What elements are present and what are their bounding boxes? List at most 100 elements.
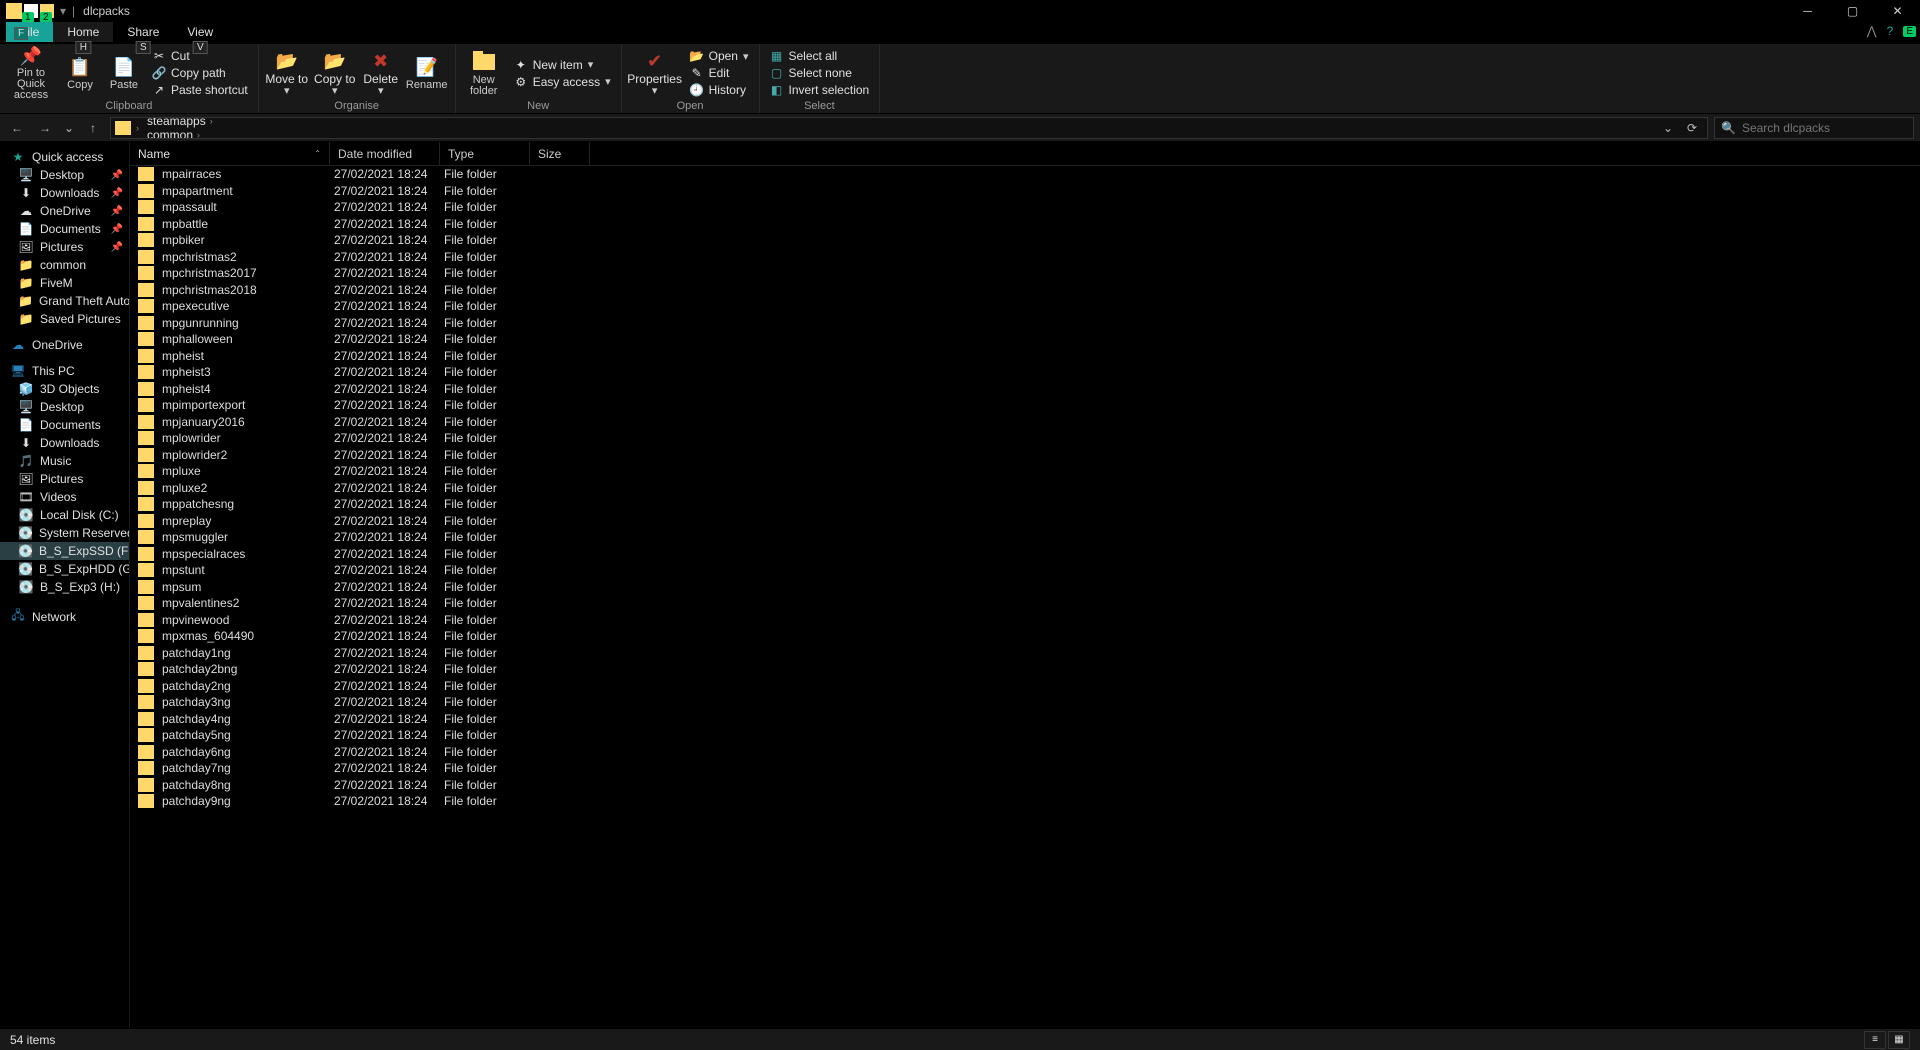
sidebar-item[interactable]: 📄Documents (0, 416, 129, 434)
sidebar-item[interactable]: 📁Saved Pictures (0, 310, 129, 328)
open-button[interactable]: 📂Open ▾ (686, 48, 753, 64)
table-row[interactable]: mpsum27/02/2021 18:24File folder (130, 579, 1920, 596)
rename-button[interactable]: 📝 Rename (405, 46, 449, 100)
sidebar-item[interactable]: 🖥️Desktop (0, 398, 129, 416)
details-view-button[interactable]: ≡ (1864, 1031, 1886, 1049)
new-folder-button[interactable]: New folder (462, 46, 506, 100)
sidebar-network[interactable]: 🖧Network (0, 604, 129, 629)
sidebar-item[interactable]: ⬇Downloads (0, 434, 129, 452)
table-row[interactable]: patchday4ng27/02/2021 18:24File folder (130, 711, 1920, 728)
table-row[interactable]: mpassault27/02/2021 18:24File folder (130, 199, 1920, 216)
breadcrumb-item[interactable]: steamapps› (144, 117, 262, 128)
close-button[interactable]: ✕ (1875, 0, 1920, 22)
table-row[interactable]: patchday1ng27/02/2021 18:24File folder (130, 645, 1920, 662)
history-button[interactable]: 🕘History (686, 82, 753, 98)
sidebar-item[interactable]: 💽Local Disk (C:) (0, 506, 129, 524)
sidebar-item[interactable]: 🎵Music (0, 452, 129, 470)
tab-file[interactable]: File F (6, 22, 53, 42)
sidebar-item[interactable]: 📁Grand Theft Auto V (0, 292, 129, 310)
table-row[interactable]: mpairraces27/02/2021 18:24File folder (130, 166, 1920, 183)
table-row[interactable]: mpgunrunning27/02/2021 18:24File folder (130, 315, 1920, 332)
tab-home[interactable]: Home H (53, 22, 113, 42)
sidebar-item[interactable]: 🖥️Desktop📌 (0, 166, 129, 184)
table-row[interactable]: mpexecutive27/02/2021 18:24File folder (130, 298, 1920, 315)
table-row[interactable]: mpreplay27/02/2021 18:24File folder (130, 513, 1920, 530)
paste-button[interactable]: 📄 Paste (104, 46, 144, 100)
new-item-button[interactable]: ✦New item ▾ (510, 57, 615, 73)
table-row[interactable]: mpchristmas227/02/2021 18:24File folder (130, 249, 1920, 266)
file-list[interactable]: mpairraces27/02/2021 18:24File foldermpa… (130, 166, 1920, 1028)
table-row[interactable]: mpheist327/02/2021 18:24File folder (130, 364, 1920, 381)
breadcrumb-item[interactable]: common› (144, 128, 262, 139)
sidebar-item[interactable]: 💽B_S_Exp3 (H:) (0, 578, 129, 596)
maximize-button[interactable]: ▢ (1830, 0, 1875, 22)
select-all-button[interactable]: ▦Select all (766, 48, 874, 64)
tab-share[interactable]: Share S (113, 22, 173, 42)
table-row[interactable]: patchday2bng27/02/2021 18:24File folder (130, 661, 1920, 678)
table-row[interactable]: mpxmas_60449027/02/2021 18:24File folder (130, 628, 1920, 645)
table-row[interactable]: patchday9ng27/02/2021 18:24File folder (130, 793, 1920, 810)
sidebar-item[interactable]: 📁FiveM (0, 274, 129, 292)
table-row[interactable]: patchday5ng27/02/2021 18:24File folder (130, 727, 1920, 744)
col-size[interactable]: Size (530, 142, 590, 165)
properties-button[interactable]: ✔ Properties ▾ (628, 46, 682, 100)
sidebar-item[interactable]: 🧊3D Objects (0, 380, 129, 398)
table-row[interactable]: mppatchesng27/02/2021 18:24File folder (130, 496, 1920, 513)
table-row[interactable]: mpsmuggler27/02/2021 18:24File folder (130, 529, 1920, 546)
sidebar-onedrive[interactable]: ☁OneDrive (0, 336, 129, 354)
table-row[interactable]: mpvinewood27/02/2021 18:24File folder (130, 612, 1920, 629)
table-row[interactable]: mpjanuary201627/02/2021 18:24File folder (130, 414, 1920, 431)
sidebar-quick-access[interactable]: ★Quick access (0, 148, 129, 166)
table-row[interactable]: patchday8ng27/02/2021 18:24File folder (130, 777, 1920, 794)
table-row[interactable]: mplowrider27/02/2021 18:24File folder (130, 430, 1920, 447)
table-row[interactable]: mpbiker27/02/2021 18:24File folder (130, 232, 1920, 249)
table-row[interactable]: mpvalentines227/02/2021 18:24File folder (130, 595, 1920, 612)
icons-view-button[interactable]: ▦ (1888, 1031, 1910, 1049)
table-row[interactable]: patchday7ng27/02/2021 18:24File folder (130, 760, 1920, 777)
col-date[interactable]: Date modified (330, 142, 440, 165)
sidebar-item[interactable]: 💽B_S_ExpSSD (F:) (0, 542, 129, 560)
up-button[interactable]: ↑ (82, 117, 104, 139)
table-row[interactable]: mpchristmas201727/02/2021 18:24File fold… (130, 265, 1920, 282)
col-name[interactable]: Name⌃ (130, 142, 330, 165)
help-icon[interactable]: ? (1887, 24, 1894, 38)
sidebar-item[interactable]: 💽System Reserved (E:) (0, 524, 129, 542)
sidebar-item[interactable]: 🖼Pictures📌 (0, 238, 129, 256)
sidebar-item[interactable]: 🎞Videos (0, 488, 129, 506)
copy-path-button[interactable]: 🔗Copy path (148, 65, 252, 81)
table-row[interactable]: patchday2ng27/02/2021 18:24File folder (130, 678, 1920, 695)
delete-button[interactable]: ✖ Delete ▾ (361, 46, 401, 100)
recent-button[interactable]: ⌄ (62, 117, 76, 139)
table-row[interactable]: mpapartment27/02/2021 18:24File folder (130, 183, 1920, 200)
easy-access-button[interactable]: ⚙Easy access ▾ (510, 74, 615, 90)
collapse-ribbon-icon[interactable]: ⋀ (1867, 24, 1877, 38)
search-input[interactable]: 🔍 (1714, 117, 1914, 139)
edit-button[interactable]: ✎Edit (686, 65, 753, 81)
table-row[interactable]: mpheist27/02/2021 18:24File folder (130, 348, 1920, 365)
refresh-button[interactable]: ⟳ (1681, 117, 1703, 139)
table-row[interactable]: mpbattle27/02/2021 18:24File folder (130, 216, 1920, 233)
invert-selection-button[interactable]: ◧Invert selection (766, 82, 874, 98)
sidebar-item[interactable]: ⬇Downloads📌 (0, 184, 129, 202)
pin-quick-access-button[interactable]: 📌 Pin to Quick access (6, 46, 56, 100)
col-type[interactable]: Type (440, 142, 530, 165)
breadcrumb[interactable]: › This PC›B_S_ExpSSD (F:)›Program Files … (110, 117, 1708, 139)
sidebar-item[interactable]: 📁common (0, 256, 129, 274)
copy-button[interactable]: 📋 Copy (60, 46, 100, 100)
table-row[interactable]: mpheist427/02/2021 18:24File folder (130, 381, 1920, 398)
sidebar-item[interactable]: ☁OneDrive📌 (0, 202, 129, 220)
forward-button[interactable]: → (34, 117, 56, 139)
dropdown-icon[interactable]: ⌄ (1657, 117, 1679, 139)
table-row[interactable]: patchday6ng27/02/2021 18:24File folder (130, 744, 1920, 761)
tab-view[interactable]: View V (173, 22, 227, 42)
sidebar-item[interactable]: 💽B_S_ExpHDD (G:) (0, 560, 129, 578)
table-row[interactable]: mpluxe227/02/2021 18:24File folder (130, 480, 1920, 497)
table-row[interactable]: mphalloween27/02/2021 18:24File folder (130, 331, 1920, 348)
table-row[interactable]: mpimportexport27/02/2021 18:24File folde… (130, 397, 1920, 414)
move-to-button[interactable]: 📂 Move to ▾ (265, 46, 309, 100)
table-row[interactable]: mpstunt27/02/2021 18:24File folder (130, 562, 1920, 579)
sidebar-item[interactable]: 📄Documents📌 (0, 220, 129, 238)
table-row[interactable]: mpluxe27/02/2021 18:24File folder (130, 463, 1920, 480)
paste-shortcut-button[interactable]: ↗Paste shortcut (148, 82, 252, 98)
table-row[interactable]: mpspecialraces27/02/2021 18:24File folde… (130, 546, 1920, 563)
